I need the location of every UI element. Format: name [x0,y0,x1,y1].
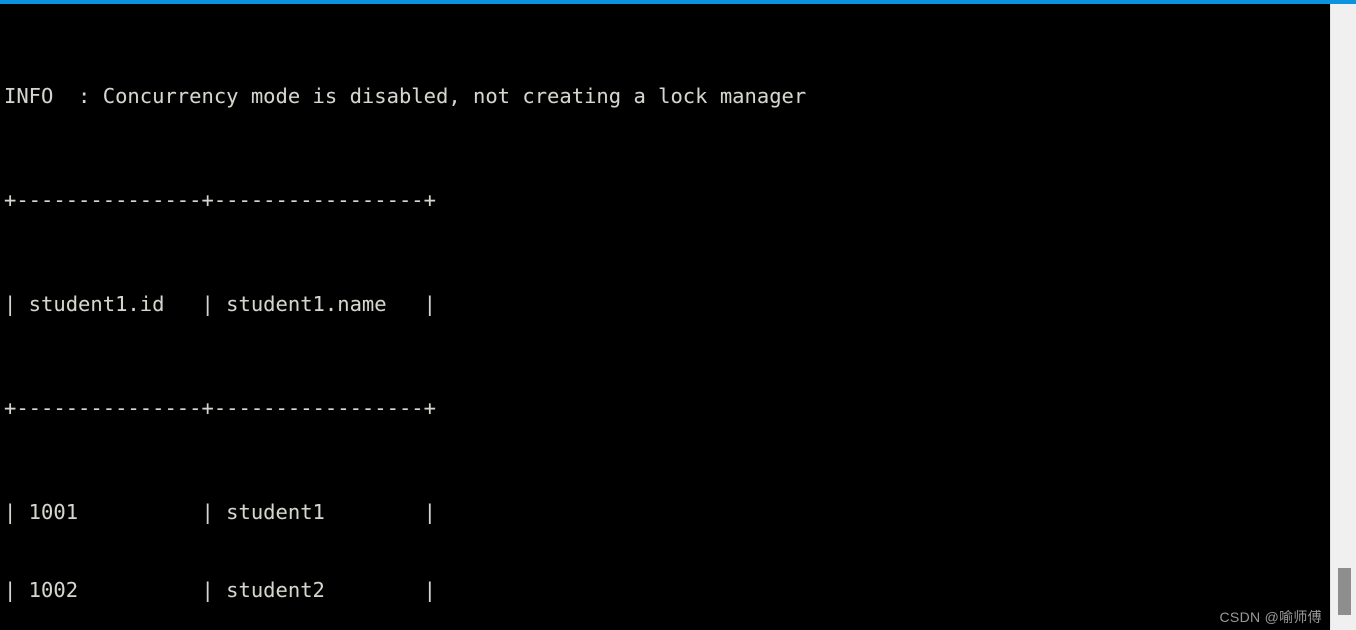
top-accent-bar [0,0,1356,4]
csdn-watermark: CSDN @喻师傅 [1219,609,1322,625]
app-root: INFO : Concurrency mode is disabled, not… [0,0,1356,630]
page-scrollbar-track[interactable] [1330,3,1356,630]
table-separator-header: +---------------+-----------------+ [4,396,436,420]
terminal-window[interactable]: INFO : Concurrency mode is disabled, not… [0,3,1330,630]
page-scrollbar-thumb[interactable] [1338,568,1351,615]
table-header-row: | student1.id | student1.name | [4,292,436,316]
table-separator-top: +---------------+-----------------+ [4,188,436,212]
log-line-info: INFO : Concurrency mode is disabled, not… [4,84,807,108]
table-row: | 1001 | student1 | [4,500,436,524]
terminal-output: INFO : Concurrency mode is disabled, not… [4,5,806,630]
table-row: | 1002 | student2 | [4,578,436,602]
